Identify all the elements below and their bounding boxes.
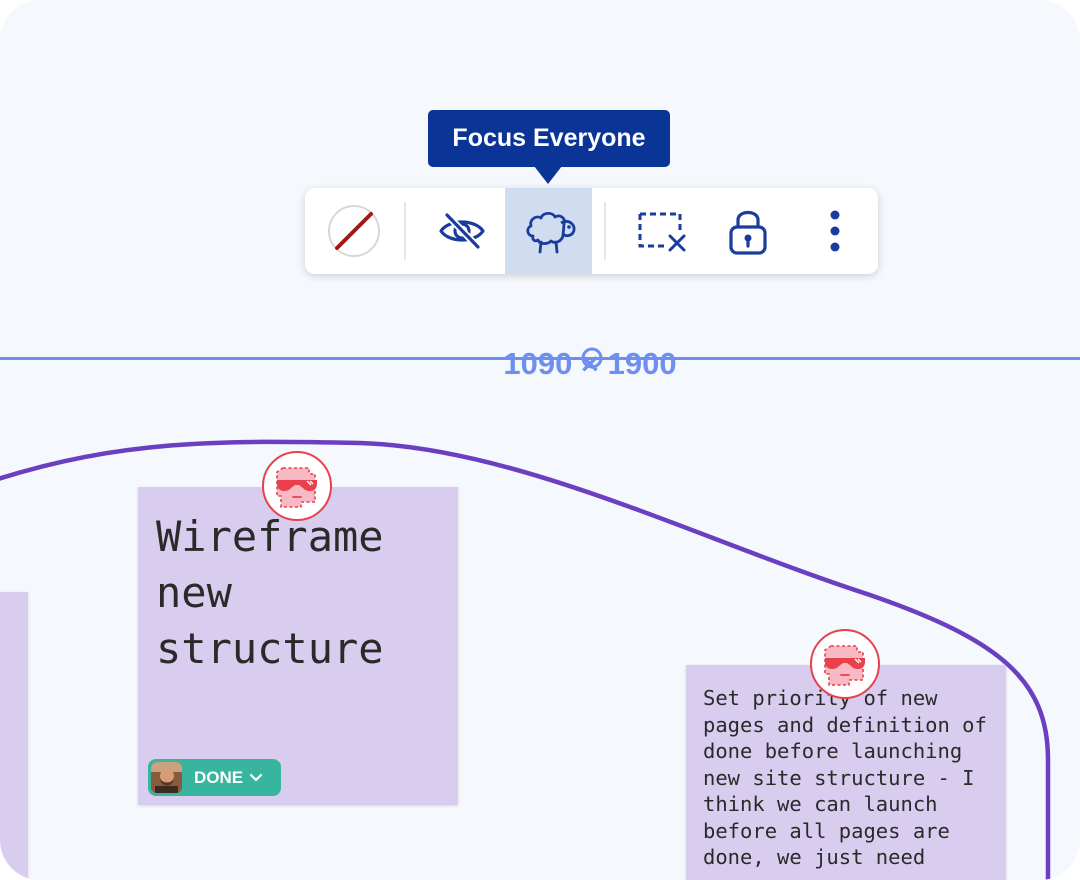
sunglasses-sticker-icon[interactable] — [810, 629, 880, 699]
selection-toolbar — [305, 188, 878, 274]
status-badge[interactable]: DONE — [148, 759, 281, 796]
more-options-button[interactable] — [791, 188, 878, 274]
color-picker-button[interactable] — [305, 188, 403, 274]
dashed-select-x-icon — [638, 212, 686, 252]
more-vertical-icon — [830, 210, 839, 252]
focus-everyone-button[interactable] — [505, 188, 592, 274]
status-label: DONE — [194, 767, 244, 787]
sticky-note-wireframe[interactable]: Wireframe new structure — [138, 487, 458, 805]
resize-handle-icon[interactable] — [578, 346, 606, 370]
tooltip-arrow — [534, 166, 562, 184]
sticky-note-text: Wireframe new structure — [156, 512, 384, 673]
toolbar-divider — [604, 202, 606, 260]
no-color-swatch-icon — [328, 205, 380, 257]
eye-off-icon — [439, 212, 485, 250]
focus-everyone-tooltip: Focus Everyone — [428, 110, 670, 167]
sticky-note-partial[interactable] — [0, 592, 28, 880]
sheep-icon — [525, 211, 575, 254]
tooltip-text: Focus Everyone — [452, 124, 646, 152]
lock-icon — [729, 210, 767, 255]
sticky-note-text: Set priority of new pages and definition… — [703, 686, 987, 869]
sunglasses-sticker-icon[interactable] — [262, 451, 332, 521]
lock-button[interactable] — [705, 188, 791, 274]
toolbar-divider — [404, 202, 406, 260]
deselect-area-button[interactable] — [619, 188, 705, 274]
canvas[interactable]: Focus Everyone 1090 × 1900 Wireframe new… — [0, 0, 1080, 880]
avatar — [151, 762, 182, 793]
chevron-down-icon — [249, 773, 263, 783]
hide-button[interactable] — [419, 188, 505, 274]
